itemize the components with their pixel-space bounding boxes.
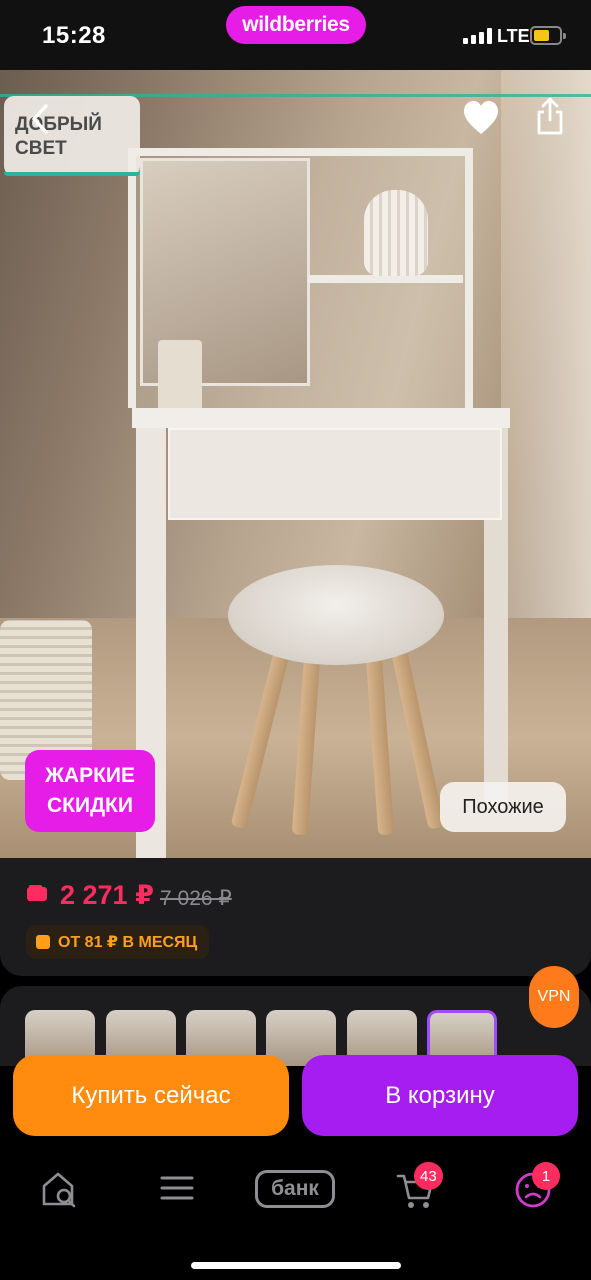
- status-time: 15:28: [42, 22, 106, 49]
- current-price: 2 271 ₽: [60, 880, 154, 910]
- wallet-icon: [27, 885, 47, 901]
- battery-icon: [530, 26, 566, 45]
- installment-label: ОТ 81 ₽ В МЕСЯЦ: [58, 934, 198, 951]
- stool-graphic: [228, 565, 444, 665]
- add-to-cart-button[interactable]: В корзину: [302, 1055, 578, 1136]
- brush-cup-graphic: [158, 340, 202, 416]
- tab-bar: банк 43 1: [0, 1146, 591, 1280]
- drawer-graphic: [168, 428, 502, 520]
- bank-icon[interactable]: банк: [255, 1170, 335, 1208]
- promo-line2: СКИДКИ: [47, 794, 133, 817]
- home-search-icon[interactable]: [40, 1166, 80, 1210]
- signal-icon: [463, 28, 493, 44]
- profile-badge: 1: [532, 1162, 560, 1190]
- promo-line1: ЖАРКИЕ: [44, 764, 136, 787]
- table-top-graphic: [132, 408, 510, 428]
- cart-count-badge: 43: [414, 1162, 443, 1190]
- status-bar: 15:28 wildberries LTE: [0, 0, 591, 70]
- installment-badge[interactable]: ОТ 81 ₽ В МЕСЯЦ: [26, 925, 210, 959]
- brand-logo[interactable]: wildberries: [226, 6, 366, 44]
- installment-icon: [36, 935, 50, 949]
- buy-now-button[interactable]: Купить сейчас: [13, 1055, 289, 1136]
- vase-graphic: [364, 190, 428, 276]
- seller-logo-line2: СВЕТ: [15, 138, 67, 159]
- share-icon[interactable]: [534, 96, 566, 136]
- heart-icon[interactable]: [462, 100, 500, 136]
- vpn-button[interactable]: VPN: [529, 966, 579, 1028]
- back-arrow-icon[interactable]: [24, 102, 58, 136]
- network-type: LTE: [497, 26, 530, 46]
- home-indicator: [191, 1262, 401, 1269]
- hot-sale-badge[interactable]: ЖАРКИЕ СКИДКИ: [25, 750, 155, 832]
- price-section: 2 271 ₽ 7 026 ₽ ОТ 81 ₽ В МЕСЯЦ: [0, 858, 591, 976]
- thumbnail-strip: [0, 986, 591, 1066]
- old-price: 7 026 ₽: [160, 887, 232, 910]
- catalog-icon[interactable]: [160, 1166, 194, 1210]
- similar-button[interactable]: Похожие: [440, 782, 566, 832]
- product-image[interactable]: ДОБРЫЙ СВЕТ ЖАРКИЕ СКИДКИ Похожие: [0, 70, 591, 858]
